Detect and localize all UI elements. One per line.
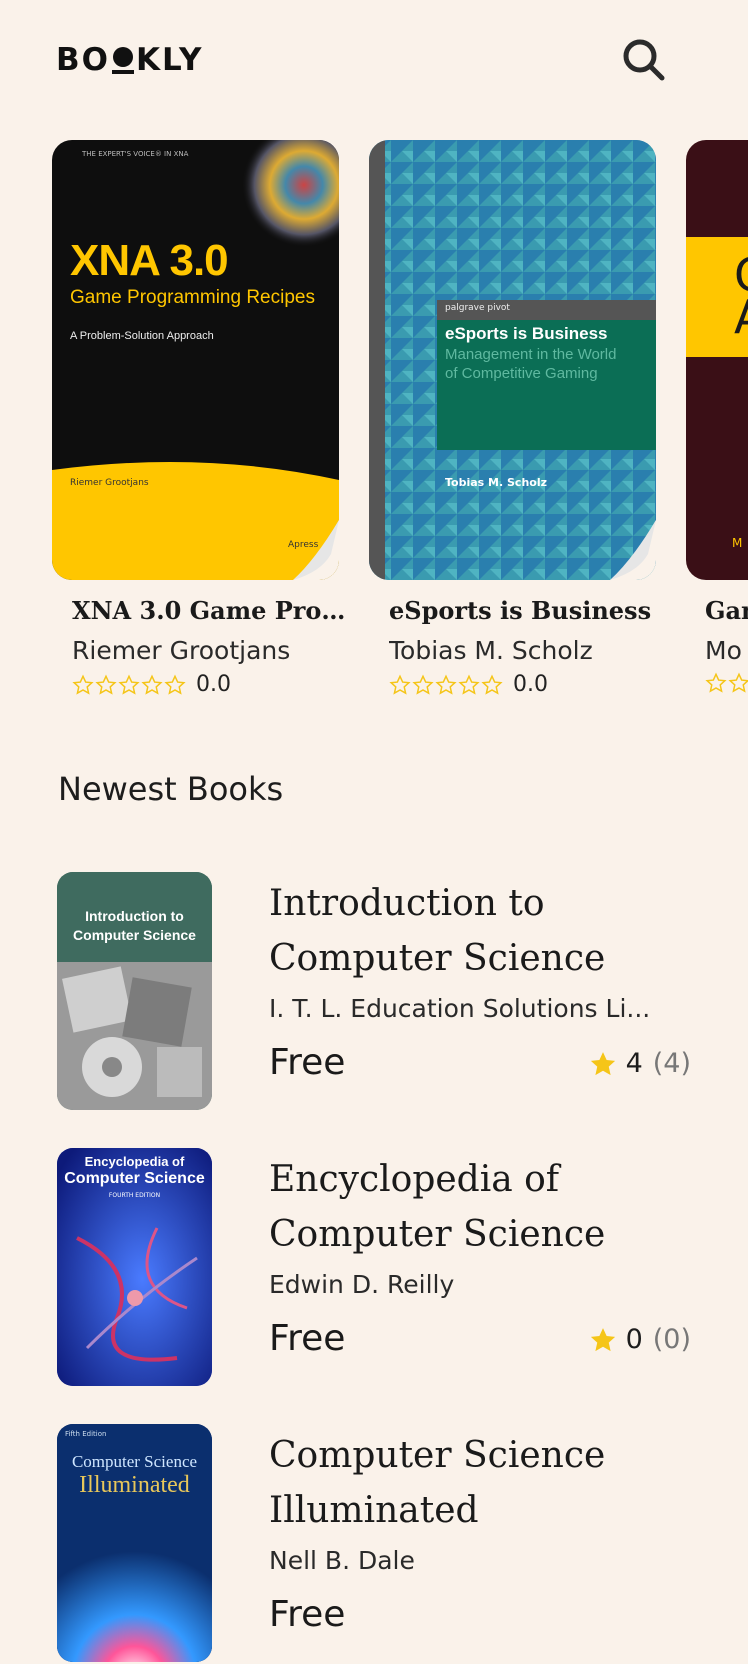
- cover-title: eSports is Business: [445, 324, 608, 343]
- thumb-line1: Computer Science: [71, 1452, 198, 1471]
- thumb-line2: Illuminated: [79, 1472, 190, 1498]
- star-outline-icons: [389, 674, 503, 696]
- cover-tagline: A Problem-Solution Approach: [70, 330, 214, 342]
- thumb-line2: Computer Science: [73, 927, 196, 943]
- book-title: Encyclopedia of Computer Science: [269, 1159, 606, 1255]
- book-price: Free: [269, 1318, 346, 1359]
- star-outline-icons: [72, 674, 186, 696]
- book-price: Free: [269, 1042, 346, 1083]
- cover-big-title: XNA 3.0: [70, 236, 229, 285]
- page-curl-icon: [610, 520, 656, 580]
- featured-book-title: XNA 3.0 Game Progr...: [72, 596, 347, 625]
- rating-value: 4: [625, 1048, 643, 1079]
- featured-book-rating: 0.0: [72, 672, 231, 697]
- page-curl-icon: [293, 520, 339, 580]
- thumb-edition: FOURTH EDITION: [108, 1192, 161, 1199]
- book-rating: 4 (4): [588, 1048, 691, 1079]
- cover-art: [686, 237, 748, 357]
- book-author: I. T. L. Education Solutions Li...: [269, 994, 651, 1023]
- featured-book-card[interactable]: THE EXPERT'S VOICE® IN XNA XNA 3.0 Game …: [52, 140, 347, 697]
- thumb-line1: Introduction to: [85, 908, 184, 924]
- app-header: B O KLY: [0, 0, 748, 120]
- thumb-line2: Computer Science: [64, 1170, 205, 1187]
- rating-value: 0.0: [513, 672, 548, 697]
- logo-text-b: B: [56, 42, 82, 78]
- thumb-line1: Encyclopedia of: [84, 1154, 185, 1169]
- featured-book-title: Gan: [705, 596, 748, 625]
- featured-book-author: Mo: [705, 636, 742, 665]
- book-cover: THE EXPERT'S VOICE® IN XNA XNA 3.0 Game …: [52, 140, 339, 580]
- rating-value: 0.0: [196, 672, 231, 697]
- cover-subtitle-1: Management in the World: [445, 346, 617, 363]
- featured-book-card[interactable]: palgrave pivot eSports is Business Manag…: [369, 140, 656, 697]
- book-list-item[interactable]: Fifth Edition Computer Science Illuminat…: [0, 1424, 748, 1664]
- app-logo: B O KLY: [56, 42, 203, 78]
- featured-book-author: Tobias M. Scholz: [389, 636, 593, 665]
- rating-count: (4): [652, 1048, 691, 1079]
- featured-book-rating: 0.0: [389, 672, 548, 697]
- book-rating: 0 (0): [588, 1324, 691, 1355]
- cover-art: [52, 140, 339, 580]
- book-author: Edwin D. Reilly: [269, 1270, 455, 1299]
- cover-author: Tobias M. Scholz: [445, 476, 548, 489]
- book-cover: palgrave pivot eSports is Business Manag…: [369, 140, 656, 580]
- cover-series: palgrave pivot: [445, 303, 510, 313]
- featured-book-author: Riemer Grootjans: [72, 636, 291, 665]
- star-outline-icons: [705, 672, 748, 694]
- cover-bottom-text: M C: [732, 536, 748, 550]
- featured-book-card[interactable]: G A M C Gan Mo: [686, 140, 748, 693]
- search-button[interactable]: [618, 34, 670, 86]
- cover-subtitle: Game Programming Recipes: [70, 287, 315, 308]
- logo-pin-icon: [112, 45, 134, 75]
- logo-text-kly: KLY: [136, 42, 204, 78]
- book-title: Computer Science Illuminated: [269, 1435, 606, 1531]
- cover-top-tag: THE EXPERT'S VOICE® IN XNA: [82, 150, 189, 158]
- book-thumbnail: Introduction to Computer Science: [57, 872, 212, 1110]
- featured-carousel[interactable]: THE EXPERT'S VOICE® IN XNA XNA 3.0 Game …: [0, 140, 748, 720]
- book-thumbnail: Encyclopedia of Computer Science FOURTH …: [57, 1148, 212, 1386]
- rating-count: (0): [652, 1324, 691, 1355]
- cover-big-letter-2: A: [734, 290, 748, 344]
- star-icon: [590, 1051, 615, 1075]
- featured-book-title: eSports is Business: [389, 596, 652, 625]
- book-author: Nell B. Dale: [269, 1546, 415, 1575]
- book-list-item[interactable]: Introduction to Computer Science Introdu…: [0, 872, 748, 1112]
- thumb-edition: Fifth Edition: [65, 1430, 107, 1438]
- search-icon: [623, 39, 665, 81]
- star-icon: [590, 1327, 615, 1351]
- book-title: Introduction to Computer Science: [269, 883, 606, 979]
- book-cover: G A M C: [686, 140, 748, 580]
- logo-text-o: O: [81, 42, 110, 78]
- rating-value: 0: [625, 1324, 643, 1355]
- cover-subtitle-2: of Competitive Gaming: [445, 365, 598, 382]
- section-title-newest-books: Newest Books: [58, 770, 284, 808]
- book-thumbnail: Fifth Edition Computer Science Illuminat…: [57, 1424, 212, 1662]
- cover-author: Riemer Grootjans: [70, 478, 149, 488]
- book-price: Free: [269, 1594, 346, 1635]
- book-list-item[interactable]: Encyclopedia of Computer Science FOURTH …: [0, 1148, 748, 1388]
- featured-book-rating: [705, 672, 748, 694]
